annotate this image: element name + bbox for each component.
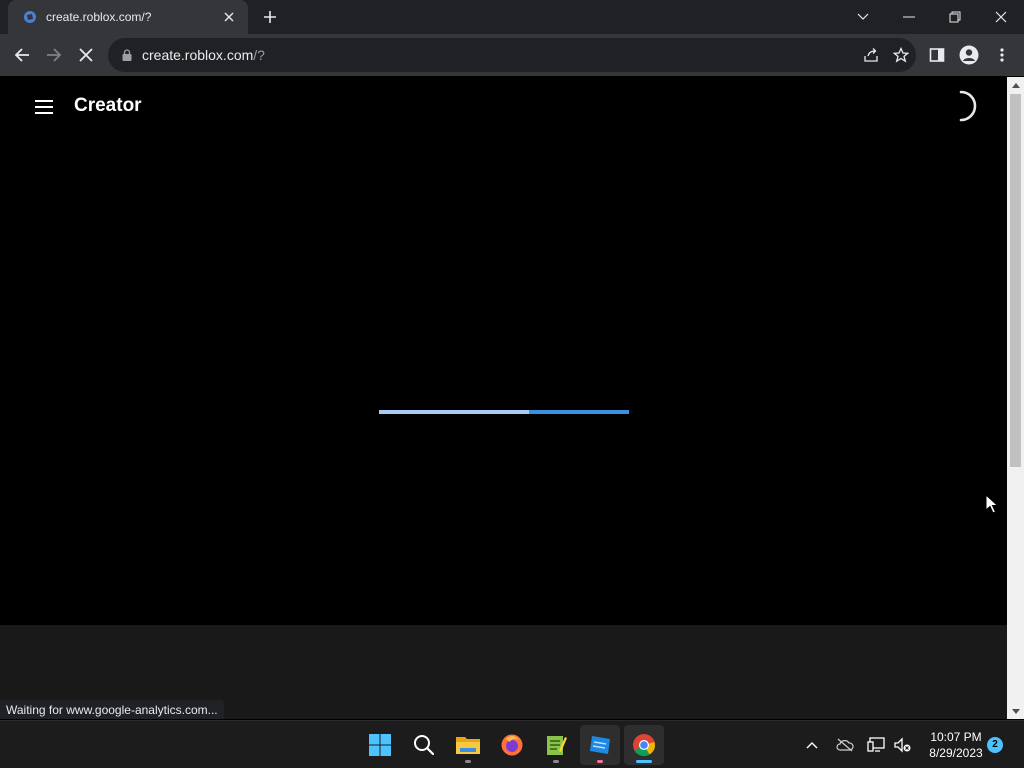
share-icon[interactable] [856, 40, 886, 70]
page-scrollbar[interactable] [1007, 77, 1024, 719]
forward-button[interactable] [39, 39, 69, 71]
loading-progress-fill [379, 410, 529, 414]
windows-taskbar: 10:07 PM 8/29/2023 2 [0, 720, 1024, 768]
arrow-right-icon [47, 48, 62, 62]
loading-spinner-icon [959, 90, 977, 122]
lock-icon[interactable] [120, 48, 134, 62]
notepad-button[interactable] [536, 725, 576, 765]
new-tab-button[interactable] [258, 6, 282, 28]
tab-search-button[interactable] [840, 0, 886, 34]
status-bubble: Waiting for www.google-analytics.com... [0, 700, 224, 719]
system-clock[interactable]: 10:07 PM 8/29/2023 [918, 729, 994, 761]
tab-title: create.roblox.com/? [46, 10, 152, 24]
search-icon [414, 735, 435, 756]
active-indicator [636, 760, 652, 763]
url-path: /? [253, 47, 265, 63]
hamburger-menu-icon[interactable] [32, 97, 56, 117]
address-bar[interactable]: create.roblox.com/? [108, 38, 916, 72]
browser-toolbar: create.roblox.com/? [0, 34, 1024, 76]
clock-time: 10:07 PM [930, 730, 982, 744]
chrome-menu-button[interactable] [987, 39, 1017, 71]
kebab-menu-icon [1000, 48, 1004, 62]
stop-icon [79, 48, 93, 62]
creator-header: Creator [0, 77, 1007, 137]
plus-icon [264, 11, 276, 23]
url-host: create.roblox.com [142, 47, 254, 63]
roblox-studio-button[interactable] [580, 725, 620, 765]
volume-muted-icon[interactable] [890, 733, 914, 757]
chrome-button[interactable] [624, 725, 664, 765]
roblox-favicon-icon [22, 9, 38, 25]
firefox-button[interactable] [492, 725, 532, 765]
brand-title[interactable]: Creator [74, 95, 142, 117]
side-panel-button[interactable] [922, 39, 952, 71]
taskbar-search-button[interactable] [404, 725, 444, 765]
close-tab-icon[interactable] [220, 8, 238, 26]
bookmark-star-icon[interactable] [886, 40, 916, 70]
minimize-icon [903, 16, 915, 18]
browser-tab[interactable]: create.roblox.com/? [8, 0, 248, 34]
tab-strip: create.roblox.com/? [0, 0, 1024, 34]
avatar-icon [959, 45, 979, 65]
roblox-studio-icon [590, 736, 610, 754]
arrow-left-icon [14, 48, 29, 62]
mouse-cursor-icon [985, 494, 999, 514]
loading-progress-bar [379, 410, 629, 414]
minimize-button[interactable] [886, 0, 932, 34]
back-button[interactable] [7, 39, 37, 71]
scrollbar-thumb[interactable] [1010, 94, 1021, 467]
firefox-icon [501, 734, 523, 756]
restore-button[interactable] [932, 0, 978, 34]
start-button[interactable] [360, 725, 400, 765]
running-indicator [465, 760, 471, 763]
scroll-down-icon[interactable] [1007, 703, 1024, 719]
running-indicator [553, 760, 559, 763]
clock-date: 8/29/2023 [929, 746, 983, 760]
page-viewport: Creator Waiting for www.google-analytics… [0, 77, 1007, 719]
url-text[interactable]: create.roblox.com/? [142, 47, 856, 63]
start-icon [369, 734, 391, 756]
profile-button[interactable] [954, 39, 984, 71]
chevron-down-icon [857, 13, 869, 20]
close-window-button[interactable] [978, 0, 1024, 34]
cloud-offline-icon[interactable] [833, 733, 857, 757]
network-icon[interactable] [864, 733, 888, 757]
notepad-icon [547, 736, 567, 755]
scroll-up-icon[interactable] [1007, 77, 1024, 93]
stop-loading-button[interactable] [71, 39, 101, 71]
chevron-up-icon[interactable] [800, 733, 824, 757]
close-icon [995, 11, 1007, 23]
side-panel-icon [929, 48, 945, 62]
restore-icon [949, 11, 961, 23]
chrome-icon [633, 734, 655, 756]
notification-badge[interactable]: 2 [987, 737, 1003, 753]
file-explorer-icon [456, 737, 480, 754]
file-explorer-button[interactable] [448, 725, 488, 765]
running-indicator [597, 760, 603, 763]
